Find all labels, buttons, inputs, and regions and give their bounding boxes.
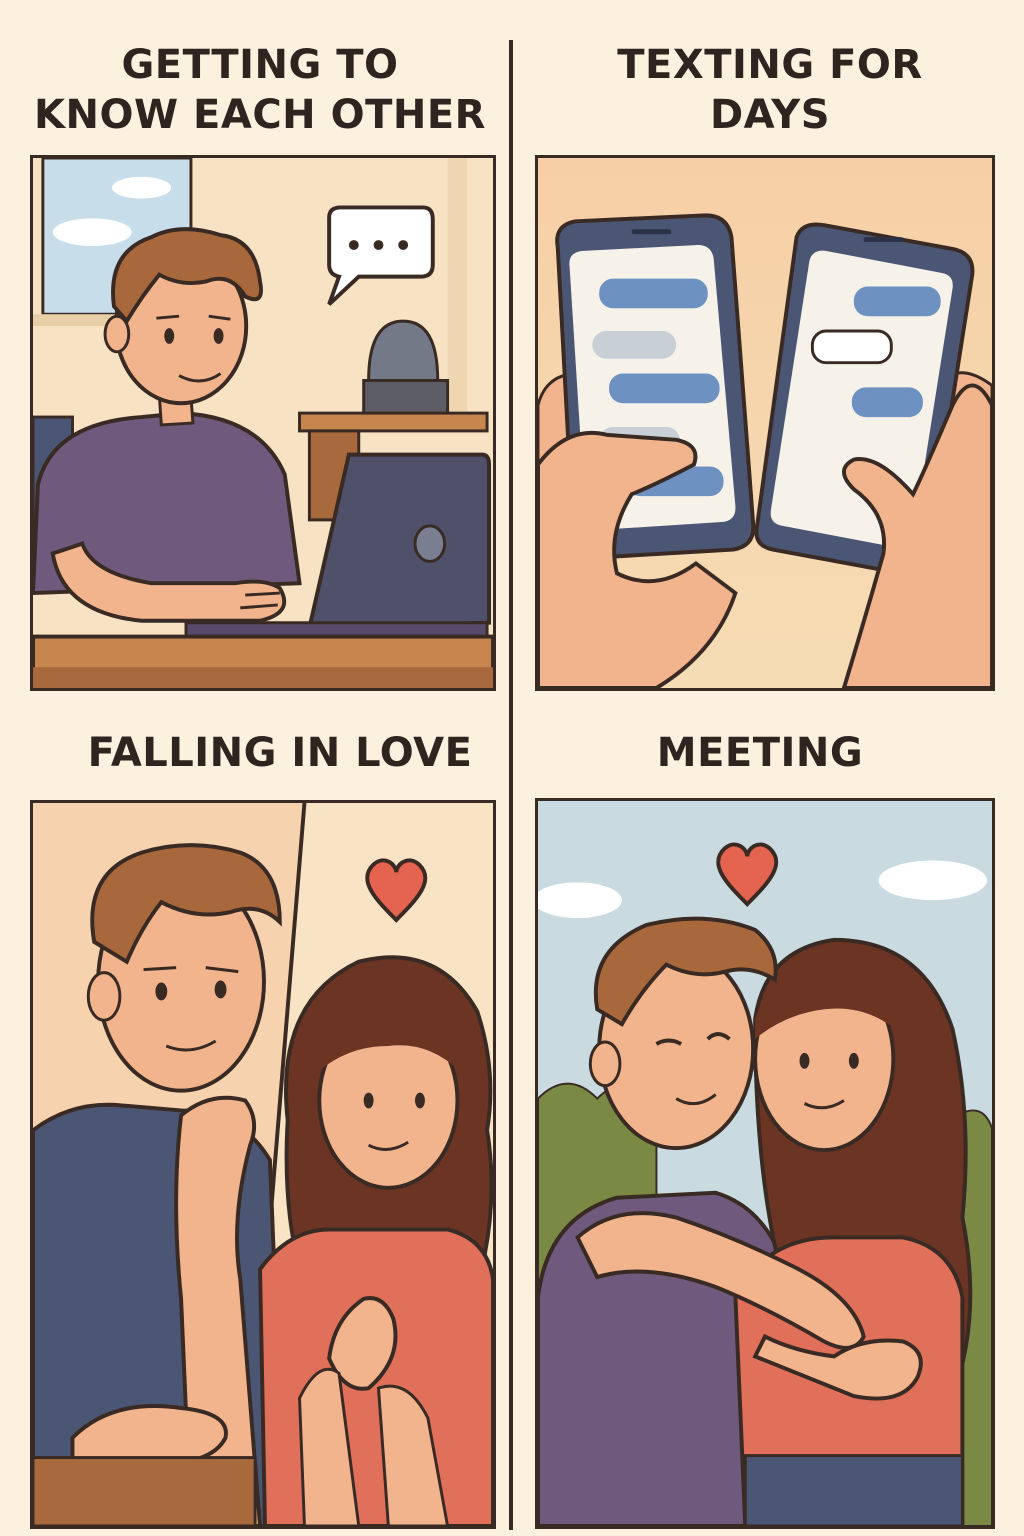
panel-title-falling-in-love: FALLING IN LOVE: [20, 728, 540, 778]
panel-texting: [535, 155, 995, 691]
scene-meeting: [538, 801, 992, 1526]
panel-title-texting: TEXTING FOR DAYS: [540, 40, 1000, 140]
cloud: [111, 176, 172, 199]
scene-boy-laptop: [33, 158, 493, 688]
panel-divider: [509, 40, 513, 1530]
title-line: DAYS: [709, 92, 831, 138]
cloud: [878, 860, 988, 901]
title-line: TEXTING FOR: [617, 42, 923, 88]
panel-getting-to-know: [30, 155, 496, 691]
comic-page: GETTING TO KNOW EACH OTHER TEXTING FOR D…: [0, 0, 1024, 1536]
back-desk: [298, 411, 489, 433]
title-line: KNOW EACH OTHER: [34, 92, 486, 138]
panel-title-meeting: MEETING: [540, 728, 980, 778]
panel-falling-in-love: [30, 800, 496, 1529]
panel-title-getting-to-know: GETTING TO KNOW EACH OTHER: [20, 40, 500, 140]
cloud: [52, 218, 132, 247]
title-line: MEETING: [656, 730, 864, 776]
scene-falling-in-love: [33, 803, 493, 1526]
scene-texting: [538, 158, 992, 688]
title-line: FALLING IN LOVE: [87, 730, 473, 776]
title-line: GETTING TO: [121, 42, 399, 88]
panel-meeting: [535, 798, 995, 1529]
